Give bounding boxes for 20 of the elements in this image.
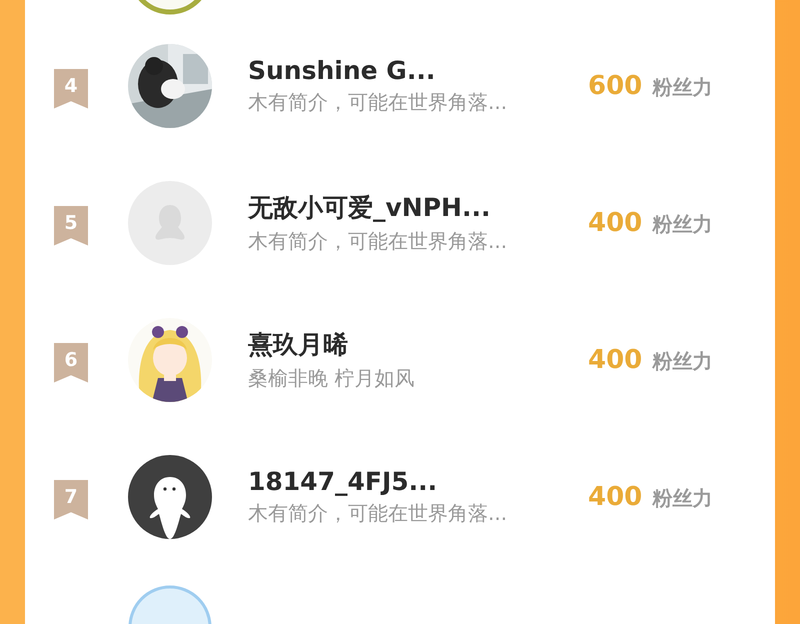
user-bio: 木有简介，可能在世界角落... [248, 228, 508, 254]
user-name: 熹玖月晞 [248, 328, 349, 360]
fans-count: 400 [588, 208, 642, 238]
user-bio: 木有简介，可能在世界角落... [248, 88, 508, 116]
rank-badge: 6 [54, 342, 88, 382]
fans-label: 粉丝力 [652, 484, 712, 512]
fans-count: 600 [588, 70, 642, 100]
user-bio: 木有简介，可能在世界角落... [248, 500, 508, 526]
rank-badge: 5 [54, 206, 88, 246]
fans-label: 粉丝力 [652, 74, 712, 100]
user-bio: 桑榆非晚 柠月如风 [248, 364, 416, 392]
fans-label: 粉丝力 [652, 348, 712, 374]
user-name: Sunshine G... [248, 56, 436, 84]
fans-label: 粉丝力 [652, 210, 712, 238]
rank-badge: 4 [54, 68, 88, 108]
user-name: 18147_4FJ5... [248, 466, 438, 496]
fans-count: 400 [588, 344, 642, 374]
user-name: 无敌小可爱_vNPH... [248, 192, 492, 224]
rank-badge: 7 [54, 480, 88, 520]
fans-count: 400 [588, 482, 642, 512]
